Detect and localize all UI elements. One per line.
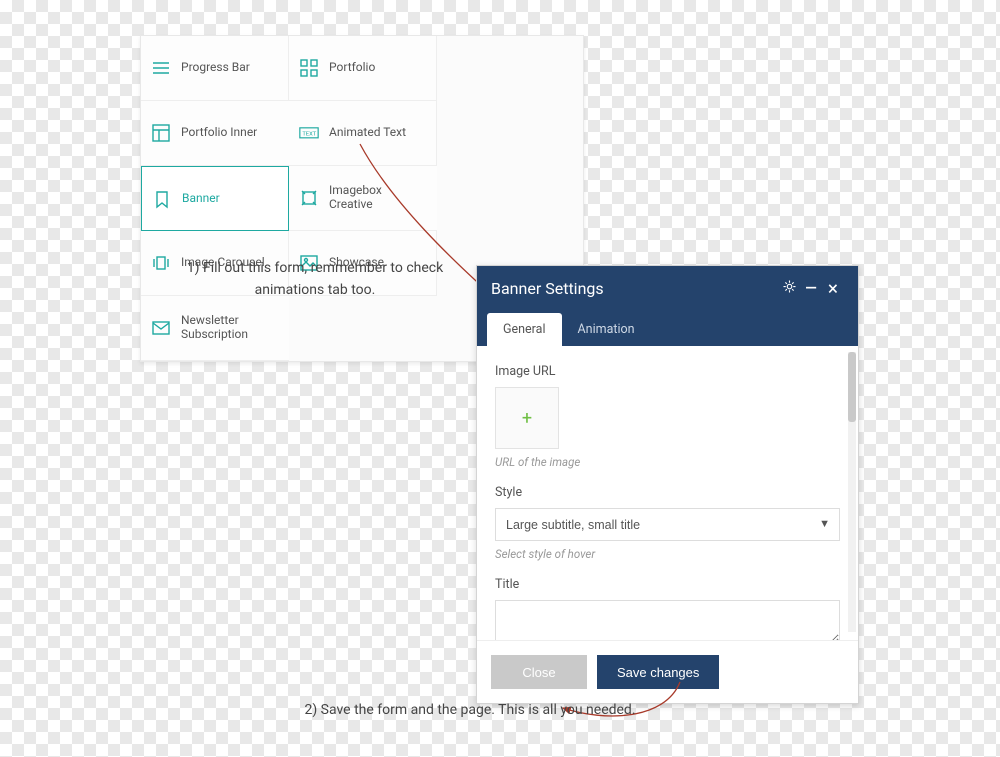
module-animated-text[interactable]: TEXT Animated Text: [289, 101, 437, 166]
save-changes-button[interactable]: Save changes: [597, 655, 719, 689]
banner-settings-dialog: Banner Settings — × General Animation Im…: [476, 265, 859, 704]
dialog-title: Banner Settings: [491, 279, 778, 298]
tab-animation[interactable]: Animation: [562, 313, 651, 346]
dialog-body: Image URL + URL of the image Style ▼ Sel…: [477, 346, 858, 640]
module-label: Progress Bar: [181, 61, 250, 75]
module-label: Portfolio: [329, 61, 375, 75]
label-title: Title: [495, 577, 840, 592]
svg-text:TEXT: TEXT: [302, 131, 316, 137]
module-portfolio[interactable]: Portfolio: [289, 36, 437, 101]
help-style: Select style of hover: [495, 547, 840, 561]
crop-icon: [299, 188, 319, 208]
bookmark-icon: [152, 189, 172, 209]
layout-icon: [151, 123, 171, 143]
close-button[interactable]: Close: [491, 655, 587, 689]
style-select[interactable]: [495, 508, 840, 541]
instruction-step-2: 2) Save the form and the page. This is a…: [270, 700, 670, 722]
module-progress-bar[interactable]: Progress Bar: [141, 36, 289, 101]
module-imagebox-creative[interactable]: Imagebox Creative: [289, 166, 437, 231]
image-picker[interactable]: +: [495, 387, 559, 449]
dialog-footer: Close Save changes: [477, 640, 858, 703]
module-label: Portfolio Inner: [181, 126, 257, 140]
instruction-step-1: 1) Fill out this form, remmember to chec…: [165, 258, 465, 301]
close-icon[interactable]: ×: [822, 277, 844, 300]
tab-general[interactable]: General: [487, 313, 562, 346]
label-style: Style: [495, 485, 840, 500]
label-image-url: Image URL: [495, 364, 840, 379]
title-input[interactable]: [495, 600, 840, 640]
dialog-tabs: General Animation: [477, 310, 858, 346]
module-label: Animated Text: [329, 126, 406, 140]
help-image-url: URL of the image: [495, 455, 840, 469]
minimize-icon[interactable]: —: [800, 279, 822, 297]
module-label: Newsletter Subscription: [181, 314, 279, 342]
module-portfolio-inner[interactable]: Portfolio Inner: [141, 101, 289, 166]
dialog-header[interactable]: Banner Settings — ×: [477, 266, 858, 310]
scrollbar[interactable]: [848, 352, 856, 632]
gear-icon[interactable]: [778, 279, 800, 298]
module-label: Imagebox Creative: [329, 184, 427, 212]
hamburger-icon: [151, 58, 171, 78]
mail-icon: [151, 318, 171, 338]
text-icon: TEXT: [299, 123, 319, 143]
module-newsletter-subscription[interactable]: Newsletter Subscription: [141, 296, 289, 361]
module-label: Banner: [182, 192, 220, 206]
plus-icon: +: [522, 408, 532, 429]
grid-icon: [299, 58, 319, 78]
module-banner[interactable]: Banner: [141, 166, 289, 231]
